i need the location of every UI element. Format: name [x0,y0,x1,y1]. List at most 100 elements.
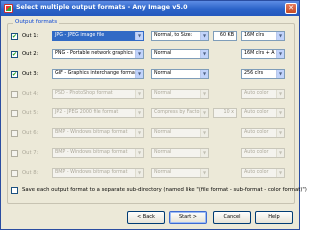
out-6-resize-value: Normal [154,130,172,135]
cancel-button[interactable]: Cancel [213,211,251,224]
chevron-down-icon[interactable]: ▼ [200,70,208,78]
out-4-resize-select[interactable]: Normal ▼ [151,89,209,99]
output-row-3: ✔ Out 3: GIF - Graphics interchange form… [1,68,301,82]
out-2-label: Out 2: [22,51,39,57]
out-5-checkbox[interactable] [11,110,18,117]
out-3-checkbox[interactable]: ✔ [11,71,18,78]
chevron-down-icon[interactable]: ▼ [200,109,208,117]
app-icon [4,4,13,13]
output-row-4: Out 4: PSD - PhotoShop format ▼ Normal ▼ A… [1,88,301,102]
subdirectory-checkbox[interactable] [11,187,18,194]
out-1-checkbox[interactable]: ✔ [11,33,18,40]
out-1-resize-select[interactable]: Normal, to Size: ▼ [151,31,209,41]
out-8-resize-select[interactable]: Normal ▼ [151,168,209,178]
out-6-color-value: Auto color [244,130,269,135]
subdirectory-label: Save each output format to a separate su… [22,187,307,193]
chevron-down-icon[interactable]: ▼ [135,32,143,40]
out-4-checkbox[interactable] [11,91,18,98]
out-1-format-value: JPG - JPEG image file [55,33,105,38]
chevron-down-icon[interactable]: ▼ [276,32,284,40]
chevron-down-icon[interactable]: ▼ [135,169,143,177]
out-2-checkbox[interactable]: ✔ [11,51,18,58]
chevron-down-icon[interactable]: ▼ [135,129,143,137]
out-7-format-value: BMP - Windows bitmap format [55,150,128,155]
out-7-color-select[interactable]: Auto color ▼ [241,148,285,158]
out-7-checkbox[interactable] [11,150,18,157]
out-5-resize-select[interactable]: Compress by Factor ▼ [151,108,209,118]
out-1-size-field[interactable]: 60 KB [213,31,237,41]
out-2-color-value: 16M clrs + A [244,51,275,56]
out-6-resize-select[interactable]: Normal ▼ [151,128,209,138]
out-2-resize-select[interactable]: Normal ▼ [151,49,209,59]
out-4-format-value: PSD - PhotoShop format [55,91,113,96]
out-3-resize-select[interactable]: Normal ▼ [151,69,209,79]
chevron-down-icon[interactable]: ▼ [135,149,143,157]
chevron-down-icon[interactable]: ▼ [200,129,208,137]
dialog-window: Select multiple output formats - Any Ima… [0,0,307,230]
chevron-down-icon[interactable]: ▼ [200,149,208,157]
out-6-label: Out 6: [22,130,39,136]
out-3-color-select[interactable]: 256 clrs ▼ [241,69,285,79]
out-1-resize-value: Normal, to Size: [154,33,193,38]
help-button[interactable]: Help [255,211,293,224]
out-4-label: Out 4: [22,91,39,97]
chevron-down-icon[interactable]: ▼ [276,169,284,177]
back-button[interactable]: < Back [127,211,165,224]
chevron-down-icon[interactable]: ▼ [200,50,208,58]
chevron-down-icon[interactable]: ▼ [135,90,143,98]
out-5-size-field[interactable]: 10 x [213,108,237,118]
window-title: Select multiple output formats - Any Ima… [16,4,188,11]
out-1-label: Out 1: [22,33,39,39]
title-bar[interactable]: Select multiple output formats - Any Ima… [1,1,299,16]
chevron-down-icon[interactable]: ▼ [276,70,284,78]
out-4-format-select[interactable]: PSD - PhotoShop format ▼ [52,89,144,99]
out-2-resize-value: Normal [154,51,172,56]
out-6-checkbox[interactable] [11,130,18,137]
out-1-color-select[interactable]: 16M clrs ▼ [241,31,285,41]
out-6-format-value: BMP - Windows bitmap format [55,130,128,135]
chevron-down-icon[interactable]: ▼ [276,50,284,58]
out-6-color-select[interactable]: Auto color ▼ [241,128,285,138]
start-button[interactable]: Start > [169,211,207,224]
output-row-7: Out 7: BMP - Windows bitmap format ▼ Norm… [1,147,301,161]
chevron-down-icon[interactable]: ▼ [200,169,208,177]
out-7-label: Out 7: [22,150,39,156]
out-2-color-select[interactable]: 16M clrs + A ▼ [241,49,285,59]
chevron-down-icon[interactable]: ▼ [276,90,284,98]
chevron-down-icon[interactable]: ▼ [135,109,143,117]
chevron-down-icon[interactable]: ▼ [200,90,208,98]
out-6-format-select[interactable]: BMP - Windows bitmap format ▼ [52,128,144,138]
out-8-label: Out 8: [22,170,39,176]
output-row-5: Out 5: JP2 - JPEG 2000 file format ▼ Comp… [1,107,301,121]
out-3-format-select[interactable]: GIF - Graphics interchange format ▼ [52,69,144,79]
chevron-down-icon[interactable]: ▼ [276,109,284,117]
out-1-format-select[interactable]: JPG - JPEG image file ▼ [52,31,144,41]
out-4-color-select[interactable]: Auto color ▼ [241,89,285,99]
output-row-6: Out 6: BMP - Windows bitmap format ▼ Norm… [1,127,301,141]
close-icon[interactable]: ✕ [285,3,297,14]
chevron-down-icon[interactable]: ▼ [200,32,208,40]
out-7-format-select[interactable]: BMP - Windows bitmap format ▼ [52,148,144,158]
out-5-format-value: JP2 - JPEG 2000 file format [55,110,119,115]
chevron-down-icon[interactable]: ▼ [135,50,143,58]
chevron-down-icon[interactable]: ▼ [135,70,143,78]
output-row-1: ✔ Out 1: JPG - JPEG image file ▼ Normal, … [1,30,301,44]
out-1-color-value: 16M clrs [244,33,265,38]
out-8-format-select[interactable]: BMP - Windows bitmap format ▼ [52,168,144,178]
out-3-color-value: 256 clrs [244,71,264,76]
out-4-color-value: Auto color [244,91,269,96]
out-5-format-select[interactable]: JP2 - JPEG 2000 file format ▼ [52,108,144,118]
out-8-color-value: Auto color [244,170,269,175]
out-8-resize-value: Normal [154,170,172,175]
out-8-format-value: BMP - Windows bitmap format [55,170,128,175]
out-8-color-select[interactable]: Auto color ▼ [241,168,285,178]
group-label: Output formats [13,19,60,25]
out-5-color-select[interactable]: Auto color ▼ [241,108,285,118]
out-2-format-select[interactable]: PNG - Portable network graphics ▼ [52,49,144,59]
out-8-checkbox[interactable] [11,170,18,177]
out-7-resize-select[interactable]: Normal ▼ [151,148,209,158]
chevron-down-icon[interactable]: ▼ [276,129,284,137]
out-7-resize-value: Normal [154,150,172,155]
chevron-down-icon[interactable]: ▼ [276,149,284,157]
out-5-resize-value: Compress by Factor [154,110,202,115]
